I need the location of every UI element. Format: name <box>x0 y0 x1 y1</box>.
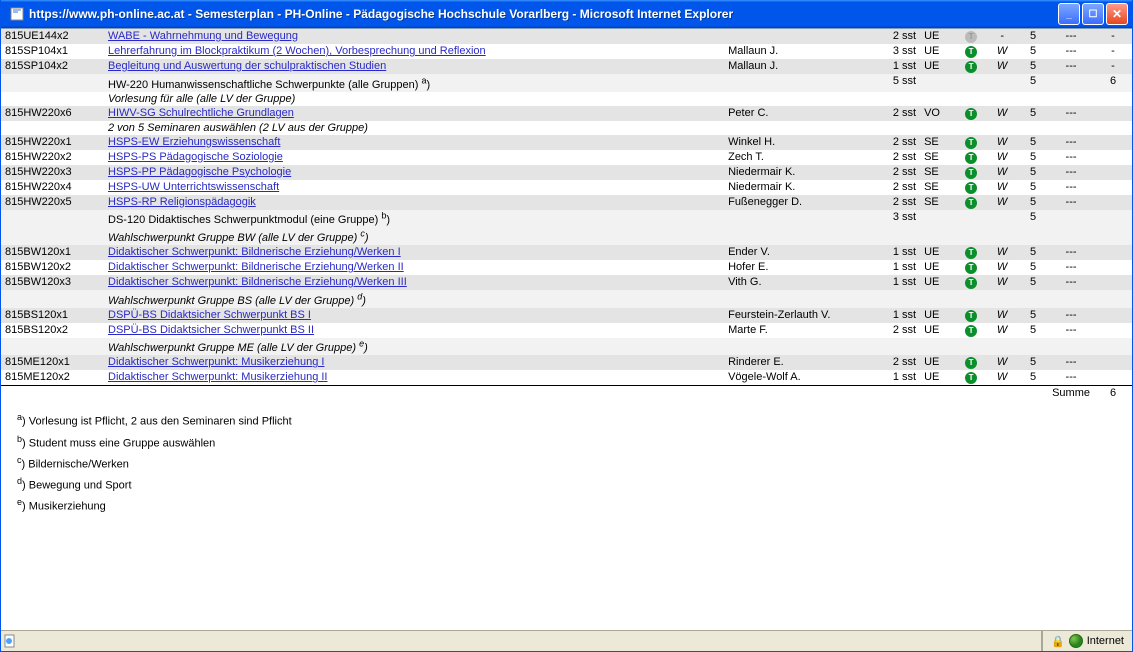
zone-label: Internet <box>1087 635 1124 647</box>
browser-window: https://www.ph-online.ac.at - Semesterpl… <box>0 0 1133 652</box>
status-dot-icon: T <box>965 167 977 179</box>
footnote-d: Bewegung und Sport <box>29 480 132 492</box>
status-dot-icon: T <box>965 182 977 194</box>
page-icon <box>3 634 17 648</box>
status-dot-icon: T <box>965 247 977 259</box>
group-note: Vorlesung für alle (alle LV der Gruppe) <box>1 92 1132 106</box>
table-row: 815ME120x2 Didaktischer Schwerpunkt: Mus… <box>1 370 1132 386</box>
table-row: 815BS120x1 DSPÜ-BS Didaktsicher Schwerpu… <box>1 308 1132 323</box>
course-link[interactable]: Lehrerfahrung im Blockpraktikum (2 Woche… <box>108 45 486 57</box>
course-link[interactable]: Didaktischer Schwerpunkt: Musikerziehung… <box>108 371 327 383</box>
title-bar: https://www.ph-online.ac.at - Semesterpl… <box>1 0 1132 28</box>
table-row: 815HW220x6 HIWV-SG Schulrechtliche Grund… <box>1 106 1132 121</box>
course-link[interactable]: WABE - Wahrnehmung und Bewegung <box>108 30 298 42</box>
status-dot-icon: T <box>965 357 977 369</box>
table-row: 815HW220x5 HSPS-RP Religionspädagogik Fu… <box>1 195 1132 210</box>
course-link[interactable]: HSPS-PP Pädagogische Psychologie <box>108 166 291 178</box>
course-link[interactable]: HSPS-EW Erziehungswissenschaft <box>108 136 280 148</box>
footnote-b: Student muss eine Gruppe auswählen <box>29 437 216 449</box>
table-row: 815BW120x3 Didaktischer Schwerpunkt: Bil… <box>1 275 1132 290</box>
table-row: 815BW120x1 Didaktischer Schwerpunkt: Bil… <box>1 245 1132 260</box>
course-link[interactable]: HIWV-SG Schulrechtliche Grundlagen <box>108 107 294 119</box>
course-link[interactable]: Didaktischer Schwerpunkt: Bildnerische E… <box>108 276 407 288</box>
footnotes: a) Vorlesung ist Pflicht, 2 aus den Semi… <box>1 400 1132 520</box>
group-header: Wahlschwerpunkt Gruppe ME (alle LV der G… <box>1 338 1132 356</box>
course-type: UE <box>920 29 956 44</box>
status-dot-icon: T <box>965 262 977 274</box>
page-body[interactable]: 815UE144x2 WABE - Wahrnehmung und Bewegu… <box>1 29 1132 630</box>
dash-col: --- <box>1048 29 1094 44</box>
course-link[interactable]: HSPS-PS Pädagogische Soziologie <box>108 151 283 163</box>
status-dot-icon: T <box>965 310 977 322</box>
status-dot-icon: T <box>965 325 977 337</box>
footnote-e: Musikerziehung <box>29 501 106 513</box>
security-zone: 🔒 Internet <box>1042 631 1132 651</box>
course-link[interactable]: HSPS-UW Unterrichtswissenschaft <box>108 181 279 193</box>
table-row: 815SP104x2 Begleitung und Auswertung der… <box>1 59 1132 74</box>
table-row: 815HW220x1 HSPS-EW Erziehungswissenschaf… <box>1 135 1132 150</box>
group-header: Wahlschwerpunkt Gruppe BS (alle LV der G… <box>1 290 1132 308</box>
status-dot-icon: T <box>965 372 977 384</box>
close-button[interactable]: ✕ <box>1106 3 1128 25</box>
table-row: 815HW220x3 HSPS-PP Pädagogische Psycholo… <box>1 165 1132 180</box>
status-dot-icon: T <box>965 46 977 58</box>
table-row: 815BS120x2 DSPÜ-BS Didaktsicher Schwerpu… <box>1 323 1132 338</box>
group-header: Wahlschwerpunkt Gruppe BW (alle LV der G… <box>1 227 1132 245</box>
semester-table: 815UE144x2 WABE - Wahrnehmung und Bewegu… <box>1 29 1132 400</box>
course-link[interactable]: DSPÜ-BS Didaktsicher Schwerpunkt BS I <box>108 309 311 321</box>
table-row: 815BW120x2 Didaktischer Schwerpunkt: Bil… <box>1 260 1132 275</box>
maximize-button[interactable]: ☐ <box>1082 3 1104 25</box>
last-col: - <box>1094 29 1132 44</box>
course-link[interactable]: Didaktischer Schwerpunkt: Bildnerische E… <box>108 261 404 273</box>
course-code: 815UE144x2 <box>1 29 104 44</box>
status-dot-icon: T <box>965 108 977 120</box>
table-row: 815ME120x1 Didaktischer Schwerpunkt: Mus… <box>1 355 1132 370</box>
status-dot-icon: T <box>965 31 977 43</box>
table-row: 815HW220x4 HSPS-UW Unterrichtswissenscha… <box>1 180 1132 195</box>
status-dot-icon: T <box>965 137 977 149</box>
ie-icon <box>9 6 25 22</box>
course-link[interactable]: HSPS-RP Religionspädagogik <box>108 196 256 208</box>
course-link[interactable]: Didaktischer Schwerpunkt: Bildnerische E… <box>108 246 401 258</box>
lecturer <box>724 29 872 44</box>
lock-icon: 🔒 <box>1051 635 1065 648</box>
footnote-a: Vorlesung ist Pflicht, 2 aus den Seminar… <box>29 416 292 428</box>
table-row: 815HW220x2 HSPS-PS Pädagogische Soziolog… <box>1 150 1132 165</box>
content-area: 815UE144x2 WABE - Wahrnehmung und Bewegu… <box>1 28 1132 630</box>
module-title: HW-220 Humanwissenschaftliche Schwerpunk… <box>108 79 430 91</box>
globe-icon <box>1069 634 1083 648</box>
status-bar: 🔒 Internet <box>1 630 1132 651</box>
sst: 2 sst <box>872 29 920 44</box>
status-dot-icon: T <box>965 61 977 73</box>
status-dot-icon: T <box>965 277 977 289</box>
window-buttons: _ ☐ ✕ <box>1058 3 1128 25</box>
status-dot-icon: T <box>965 197 977 209</box>
sum-row: Summe 6 <box>1 386 1132 401</box>
course-link[interactable]: DSPÜ-BS Didaktsicher Schwerpunkt BS II <box>108 324 314 336</box>
table-row: 815UE144x2 WABE - Wahrnehmung und Bewegu… <box>1 29 1132 44</box>
module-header: DS-120 Didaktisches Schwerpunktmodul (ei… <box>1 210 1132 228</box>
group-note: 2 von 5 Seminaren auswählen (2 LV aus de… <box>1 121 1132 135</box>
w-col: - <box>986 29 1018 44</box>
course-link[interactable]: Didaktischer Schwerpunkt: Musikerziehung… <box>108 356 324 368</box>
course-link[interactable]: Begleitung und Auswertung der schulprakt… <box>108 60 386 72</box>
window-title: https://www.ph-online.ac.at - Semesterpl… <box>29 7 1058 21</box>
sum-label: Summe <box>1048 386 1094 401</box>
grade-col: 5 <box>1018 29 1048 44</box>
module-header: HW-220 Humanwissenschaftliche Schwerpunk… <box>1 74 1132 92</box>
footnote-c: Bildernische/Werken <box>28 458 129 470</box>
minimize-button[interactable]: _ <box>1058 3 1080 25</box>
sum-value: 6 <box>1094 386 1132 401</box>
status-dot-icon: T <box>965 152 977 164</box>
table-row: 815SP104x1 Lehrerfahrung im Blockpraktik… <box>1 44 1132 59</box>
